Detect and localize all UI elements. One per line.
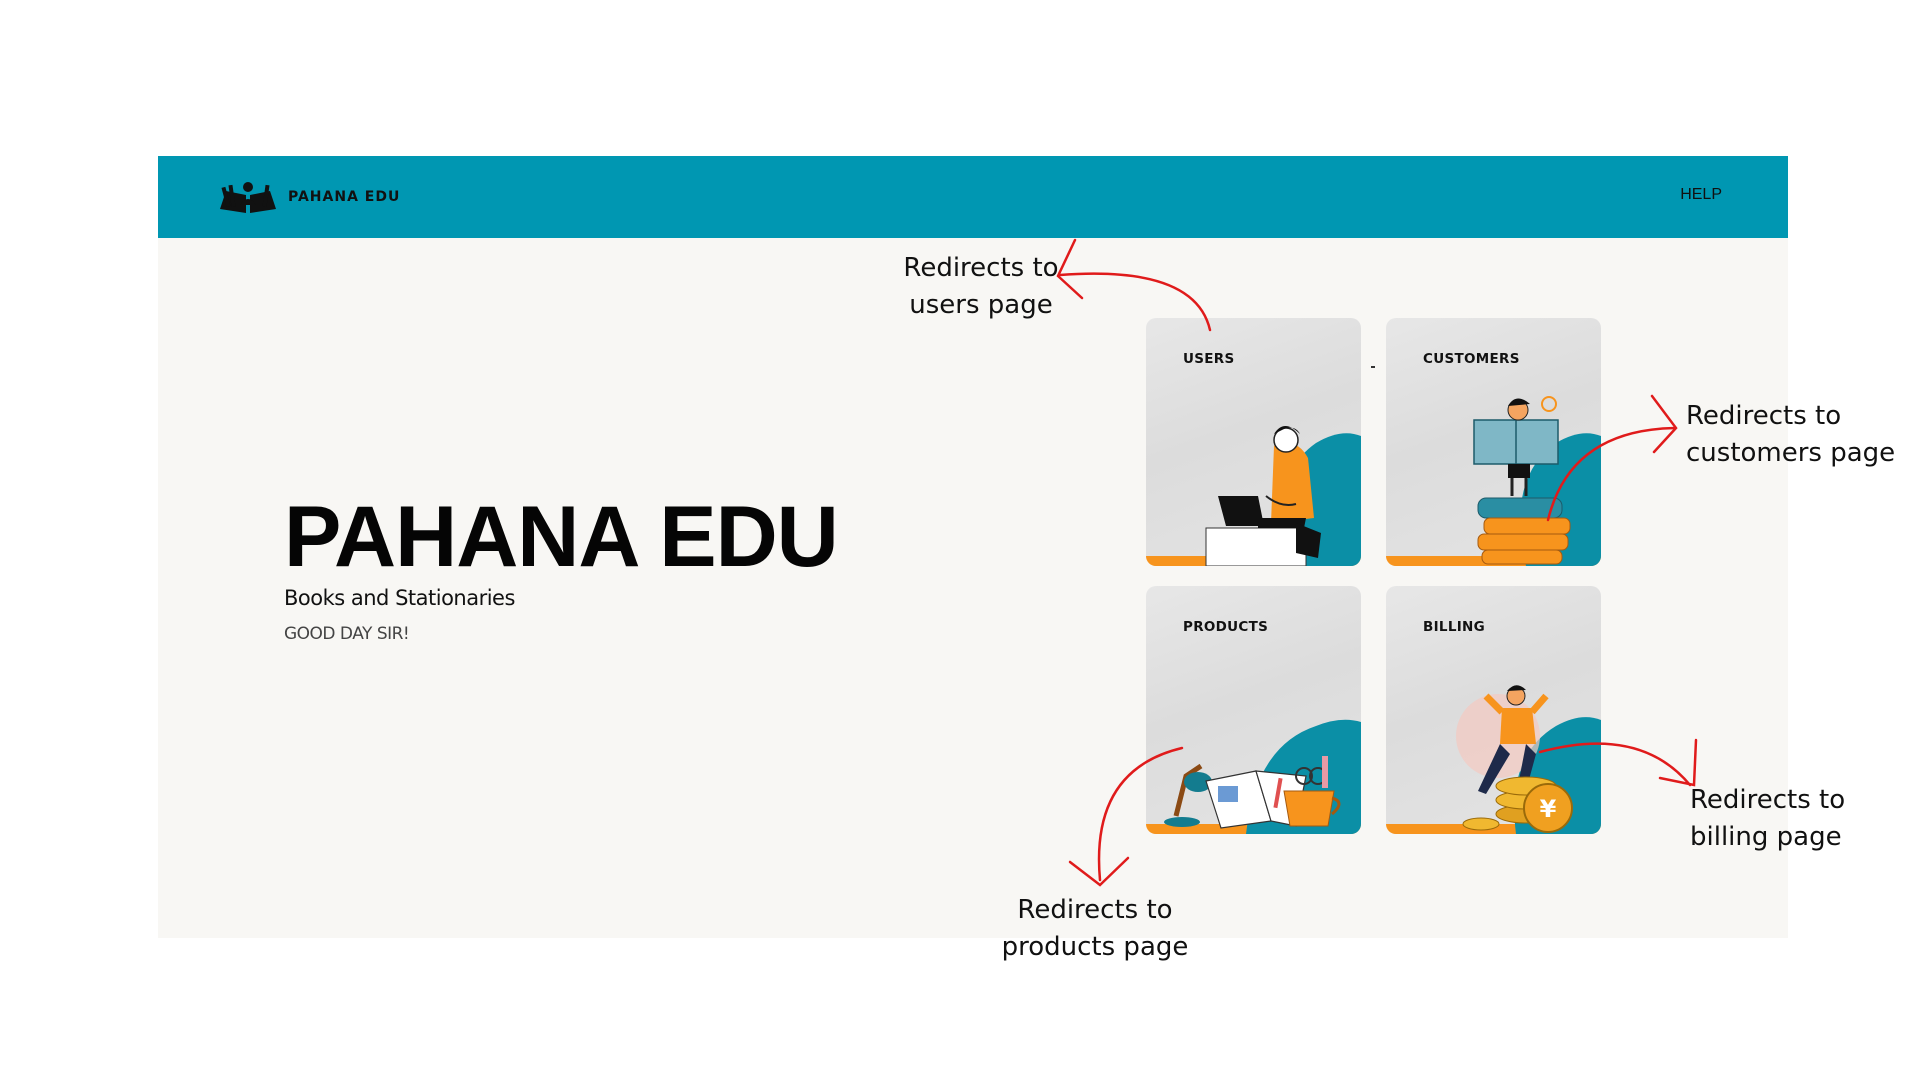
products-card[interactable]: PRODUCTS: [1146, 586, 1361, 834]
users-annotation: Redirects to users page: [896, 250, 1066, 324]
man-with-laptop-icon: [1205, 426, 1321, 566]
navbar: PAHANA EDU HELP: [158, 156, 1788, 238]
man-on-coins-icon: ¥: [1462, 685, 1573, 833]
customers-annotation-line1: Redirects to: [1686, 401, 1842, 431]
billing-card-label: BILLING: [1423, 619, 1486, 635]
customers-annotation-line2: customers page: [1686, 438, 1896, 468]
billing-card[interactable]: ¥ BILLING: [1386, 586, 1601, 834]
users-annotation-line1: Redirects to: [903, 253, 1059, 283]
stray-dot: [1371, 366, 1375, 368]
users-card[interactable]: USERS: [1146, 318, 1361, 566]
brand-name: PAHANA EDU: [288, 189, 401, 205]
users-card-label: USERS: [1183, 351, 1235, 367]
products-annotation-line2: products page: [1001, 932, 1189, 962]
customers-card-label: CUSTOMERS: [1423, 351, 1520, 367]
products-annotation: Redirects to products page: [990, 892, 1200, 966]
open-book-logo-icon: [220, 182, 276, 213]
customers-card[interactable]: CUSTOMERS: [1386, 318, 1601, 566]
users-annotation-line2: users page: [909, 290, 1053, 320]
billing-annotation-line2: billing page: [1690, 822, 1842, 852]
hero-title: PAHANA EDU: [284, 489, 839, 585]
hero-subtitle: Books and Stationaries: [284, 586, 515, 610]
products-annotation-line1: Redirects to: [1017, 895, 1173, 925]
products-card-label: PRODUCTS: [1183, 619, 1269, 635]
svg-text:¥: ¥: [1540, 795, 1557, 823]
help-link[interactable]: HELP: [1680, 186, 1722, 204]
billing-annotation: Redirects to billing page: [1690, 782, 1890, 856]
billing-annotation-line1: Redirects to: [1690, 785, 1846, 815]
hero-greeting: GOOD DAY SIR!: [284, 624, 410, 644]
customers-annotation: Redirects to customers page: [1686, 398, 1906, 472]
brand-logo-link[interactable]: PAHANA EDU: [218, 176, 400, 218]
